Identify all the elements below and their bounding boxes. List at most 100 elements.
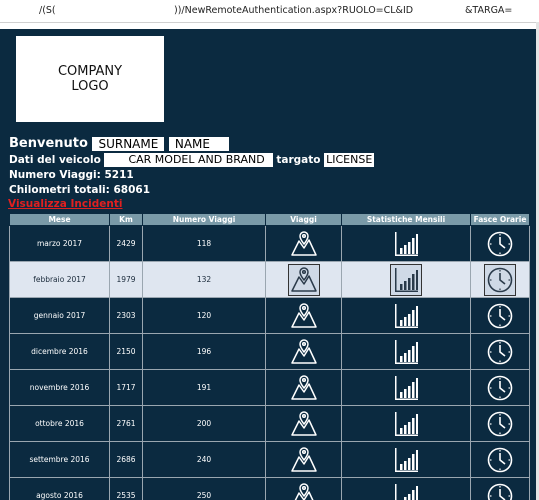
header-viaggi: Viaggi <box>265 213 342 226</box>
cell-statistiche <box>341 441 471 478</box>
cell-statistiche <box>341 225 471 262</box>
cell-mese: marzo 2017 <box>9 225 110 262</box>
table-row: marzo 2017 2429 118 <box>9 225 530 262</box>
cell-mese: febbraio 2017 <box>9 261 110 298</box>
table-row: dicembre 2016 2150 196 <box>9 333 530 370</box>
header-km: Km <box>109 213 143 226</box>
header-numero-viaggi: Numero Viaggi <box>142 213 266 226</box>
cell-mese: novembre 2016 <box>9 369 110 406</box>
cell-statistiche <box>341 261 471 298</box>
cell-numero-viaggi: 250 <box>142 477 266 500</box>
clock-icon[interactable] <box>485 481 515 500</box>
bar-chart-icon[interactable] <box>391 481 421 500</box>
table-header-row: Mese Km Numero Viaggi Viaggi Statistiche… <box>9 213 530 226</box>
cell-fasce <box>470 369 530 406</box>
logo-line-1: COMPANY <box>57 64 123 79</box>
bar-chart-icon[interactable] <box>391 445 421 475</box>
clock-icon[interactable] <box>485 229 515 259</box>
vehicle-line: Dati del veicolo CAR MODEL AND BRAND tar… <box>9 153 375 167</box>
cell-km: 2761 <box>109 405 143 442</box>
cell-km: 1979 <box>109 261 143 298</box>
km-label: Chilometri totali: <box>9 184 110 196</box>
surname-field: SURNAME <box>92 136 165 151</box>
table-row: ottobre 2016 2761 200 <box>9 405 530 442</box>
cell-fasce <box>470 297 530 334</box>
trips-value: 5211 <box>104 169 134 181</box>
cell-statistiche <box>341 477 471 500</box>
cell-viaggi <box>265 369 342 406</box>
bar-chart-icon[interactable] <box>390 263 422 296</box>
url-part-3: &TARGA= <box>465 5 513 16</box>
monthly-table: Mese Km Numero Viaggi Viaggi Statistiche… <box>9 213 530 500</box>
clock-icon[interactable] <box>485 373 515 403</box>
cell-viaggi <box>265 297 342 334</box>
cell-fasce <box>470 333 530 370</box>
cell-mese: gennaio 2017 <box>9 297 110 334</box>
km-line: Chilometri totali: 68061 <box>9 184 150 196</box>
cell-km: 2150 <box>109 333 143 370</box>
clock-icon[interactable] <box>485 445 515 475</box>
name-field: NAME <box>168 136 229 151</box>
cell-numero-viaggi: 240 <box>142 441 266 478</box>
view-incidents-link[interactable]: Visualizza Incidenti <box>8 198 122 210</box>
car-model-field: CAR MODEL AND BRAND <box>104 153 273 167</box>
cell-km: 2686 <box>109 441 143 478</box>
bar-chart-icon[interactable] <box>391 229 421 259</box>
address-bar[interactable]: /(S( ))/NewRemoteAuthentication.aspx?RUO… <box>0 0 539 23</box>
table-row: agosto 2016 2535 250 <box>9 477 530 500</box>
map-pin-icon[interactable] <box>289 229 319 259</box>
clock-icon[interactable] <box>484 263 516 296</box>
trips-line: Numero Viaggi: 5211 <box>9 169 134 181</box>
bar-chart-icon[interactable] <box>391 409 421 439</box>
cell-fasce <box>470 261 530 298</box>
cell-viaggi <box>265 225 342 262</box>
clock-icon[interactable] <box>485 337 515 367</box>
map-pin-icon[interactable] <box>287 263 320 296</box>
cell-numero-viaggi: 132 <box>142 261 266 298</box>
table-row: settembre 2016 2686 240 <box>9 441 530 478</box>
cell-statistiche <box>341 369 471 406</box>
cell-viaggi <box>265 405 342 442</box>
bar-chart-icon[interactable] <box>391 301 421 331</box>
cell-numero-viaggi: 196 <box>142 333 266 370</box>
vehicle-label: Dati del veicolo <box>9 154 101 166</box>
url-part-1: /(S( <box>39 5 56 16</box>
cell-fasce <box>470 225 530 262</box>
clock-icon[interactable] <box>485 409 515 439</box>
cell-statistiche <box>341 405 471 442</box>
cell-numero-viaggi: 200 <box>142 405 266 442</box>
map-pin-icon[interactable] <box>289 337 319 367</box>
url-part-2: ))/NewRemoteAuthentication.aspx?RUOLO=CL… <box>174 5 414 16</box>
header-statistiche: Statistiche Mensili <box>341 213 471 226</box>
header-fasce: Fasce Orarie <box>470 213 530 226</box>
table-row: gennaio 2017 2303 120 <box>9 297 530 334</box>
map-pin-icon[interactable] <box>289 445 319 475</box>
welcome-label: Benvenuto <box>9 136 88 151</box>
cell-km: 2429 <box>109 225 143 262</box>
cell-mese: dicembre 2016 <box>9 333 110 370</box>
cell-mese: agosto 2016 <box>9 477 110 500</box>
cell-viaggi <box>265 441 342 478</box>
cell-viaggi <box>265 261 342 298</box>
cell-statistiche <box>341 297 471 334</box>
license-field: LICENSE <box>324 153 375 167</box>
cell-statistiche <box>341 333 471 370</box>
cell-mese: ottobre 2016 <box>9 405 110 442</box>
bar-chart-icon[interactable] <box>391 373 421 403</box>
map-pin-icon[interactable] <box>289 409 319 439</box>
clock-icon[interactable] <box>485 301 515 331</box>
cell-fasce <box>470 441 530 478</box>
cell-km: 1717 <box>109 369 143 406</box>
table-row: novembre 2016 1717 191 <box>9 369 530 406</box>
cell-numero-viaggi: 191 <box>142 369 266 406</box>
map-pin-icon[interactable] <box>289 481 319 500</box>
table-row: febbraio 2017 1979 132 <box>9 261 530 298</box>
bar-chart-icon[interactable] <box>391 337 421 367</box>
main-panel: COMPANY LOGO Benvenuto SURNAME NAME Dati … <box>0 29 536 500</box>
company-logo: COMPANY LOGO <box>16 36 164 122</box>
map-pin-icon[interactable] <box>289 301 319 331</box>
trips-label: Numero Viaggi: <box>9 169 101 181</box>
cell-mese: settembre 2016 <box>9 441 110 478</box>
map-pin-icon[interactable] <box>289 373 319 403</box>
cell-km: 2303 <box>109 297 143 334</box>
